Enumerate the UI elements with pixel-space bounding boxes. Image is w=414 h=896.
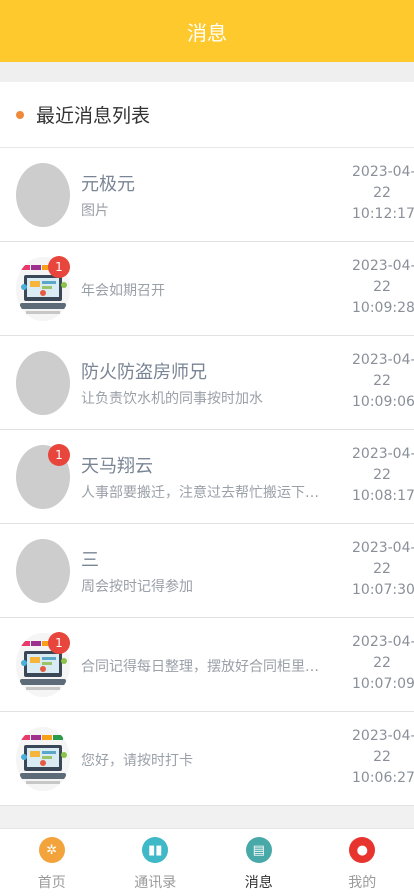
message-icon: ▤ bbox=[245, 837, 272, 863]
message-preview: 年会如期召开 bbox=[81, 283, 165, 299]
page-title: 消息 bbox=[187, 20, 227, 45]
contact-name: 天马翔云 bbox=[81, 456, 153, 477]
timestamp-day: 22 bbox=[373, 561, 391, 577]
tab-bar: ✲ 首页 ▮▮ 通讯录 ▤ 消息 ● 我的 bbox=[0, 828, 414, 896]
tab-label: 消息 bbox=[244, 875, 273, 891]
office-illustration-icon bbox=[16, 727, 70, 791]
message-preview: 周会按时记得参加 bbox=[81, 579, 193, 595]
timestamp-date: 2023-04- bbox=[352, 728, 414, 744]
timestamp-date: 2023-04- bbox=[352, 634, 414, 650]
timestamp-time: 10:09:28.3 bbox=[352, 300, 414, 316]
timestamp: 2023-04- 22 10:08:17.2 bbox=[352, 444, 414, 507]
timestamp: 2023-04- 22 10:09:28.3 bbox=[352, 256, 414, 319]
avatar bbox=[16, 351, 70, 415]
timestamp-day: 22 bbox=[373, 467, 391, 483]
tab-message[interactable]: ▤ 消息 bbox=[207, 829, 311, 896]
timestamp-day: 22 bbox=[373, 279, 391, 295]
book-icon: ▮▮ bbox=[142, 837, 169, 863]
tab-home[interactable]: ✲ 首页 bbox=[0, 829, 104, 896]
message-preview: 您好，请按时打卡 bbox=[81, 753, 193, 769]
message-row[interactable]: 1 年会如期召开 2023-04- 22 10:09:28.3 bbox=[0, 242, 414, 336]
timestamp-date: 2023-04- bbox=[352, 540, 414, 556]
tab-label: 我的 bbox=[348, 875, 377, 891]
timestamp-day: 22 bbox=[373, 655, 391, 671]
timestamp-date: 2023-04- bbox=[352, 164, 414, 180]
tab-book[interactable]: ▮▮ 通讯录 bbox=[104, 829, 208, 896]
tab-label: 首页 bbox=[37, 875, 66, 891]
avatar bbox=[16, 727, 70, 791]
avatar bbox=[16, 539, 70, 603]
timestamp: 2023-04- 22 10:07:30.4 bbox=[352, 538, 414, 601]
timestamp-time: 10:07:30.4 bbox=[352, 582, 414, 598]
timestamp-day: 22 bbox=[373, 185, 391, 201]
message-row[interactable]: 1 天马翔云 人事部要搬迁，注意过去帮忙搬运下资料 2023-04- 22 10… bbox=[0, 430, 414, 524]
message-preview: 合同记得每日整理，摆放好合同柜里，... bbox=[81, 659, 325, 675]
message-row[interactable]: 三 周会按时记得参加 2023-04- 22 10:07:30.4 bbox=[0, 524, 414, 618]
timestamp-time: 10:06:27.2 bbox=[352, 770, 414, 786]
home-icon: ✲ bbox=[38, 837, 65, 863]
header-gap bbox=[0, 62, 414, 82]
timestamp-day: 22 bbox=[373, 749, 391, 765]
tab-user[interactable]: ● 我的 bbox=[311, 829, 414, 896]
message-list: 元极元 图片 2023-04- 22 10:12:17.2 1 年会如期召开 2… bbox=[0, 148, 414, 806]
section-header: 最近消息列表 bbox=[0, 82, 414, 148]
app-header: 消息 bbox=[0, 0, 414, 62]
message-row[interactable]: 1 合同记得每日整理，摆放好合同柜里，... 2023-04- 22 10:07… bbox=[0, 618, 414, 712]
timestamp-date: 2023-04- bbox=[352, 258, 414, 274]
timestamp-time: 10:12:17.2 bbox=[352, 206, 414, 222]
contact-name: 三 bbox=[81, 550, 99, 571]
timestamp: 2023-04- 22 10:06:27.2 bbox=[352, 726, 414, 789]
timestamp-time: 10:08:17.2 bbox=[352, 488, 414, 504]
section-dot-icon bbox=[16, 110, 24, 119]
message-row[interactable]: 您好，请按时打卡 2023-04- 22 10:06:27.2 bbox=[0, 712, 414, 806]
timestamp-time: 10:07:09.6 bbox=[352, 676, 414, 692]
user-icon: ● bbox=[349, 837, 376, 863]
timestamp: 2023-04- 22 10:12:17.2 bbox=[352, 162, 414, 225]
contact-name: 元极元 bbox=[81, 174, 135, 195]
avatar bbox=[16, 163, 70, 227]
timestamp: 2023-04- 22 10:09:06.2 bbox=[352, 350, 414, 413]
unread-badge: 1 bbox=[48, 444, 70, 466]
timestamp-date: 2023-04- bbox=[352, 446, 414, 462]
unread-badge: 1 bbox=[48, 256, 70, 278]
message-preview: 让负责饮水机的同事按时加水 bbox=[81, 391, 263, 407]
message-row[interactable]: 元极元 图片 2023-04- 22 10:12:17.2 bbox=[0, 148, 414, 242]
timestamp-time: 10:09:06.2 bbox=[352, 394, 414, 410]
message-preview: 人事部要搬迁，注意过去帮忙搬运下资料 bbox=[81, 485, 325, 501]
contact-name: 防火防盗房师兄 bbox=[81, 362, 207, 383]
unread-badge: 1 bbox=[48, 632, 70, 654]
message-row[interactable]: 防火防盗房师兄 让负责饮水机的同事按时加水 2023-04- 22 10:09:… bbox=[0, 336, 414, 430]
section-title: 最近消息列表 bbox=[36, 105, 151, 127]
timestamp-day: 22 bbox=[373, 373, 391, 389]
tab-label: 通讯录 bbox=[134, 875, 177, 891]
timestamp-date: 2023-04- bbox=[352, 352, 414, 368]
timestamp: 2023-04- 22 10:07:09.6 bbox=[352, 632, 414, 695]
message-preview: 图片 bbox=[81, 203, 109, 219]
